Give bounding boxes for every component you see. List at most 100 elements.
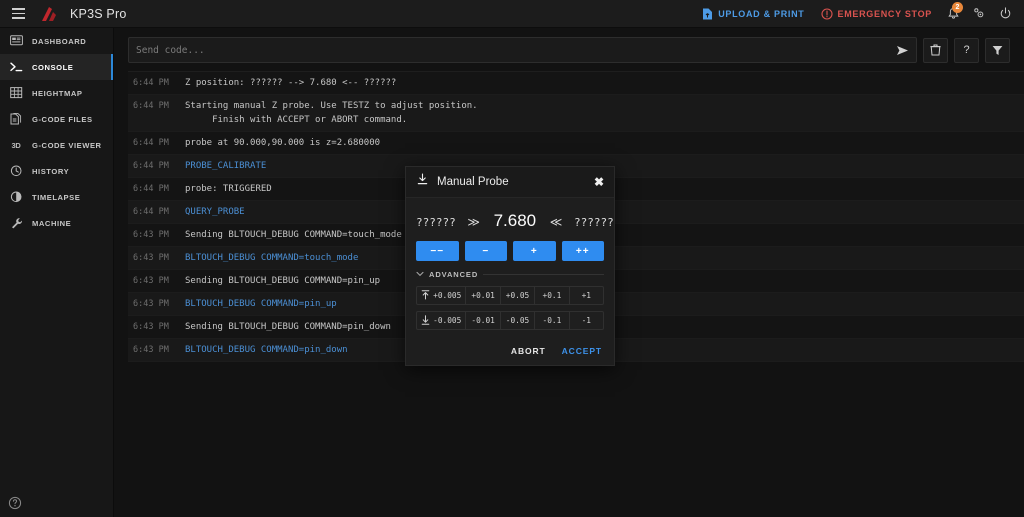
step-down-large-button[interactable]: −− (416, 241, 459, 261)
arrow-up-bar-icon (421, 289, 430, 302)
upload-and-print-button[interactable]: UPLOAD & PRINT (694, 0, 812, 28)
probe-readout: ?????? ≫ 7.680 ≪ ?????? (416, 206, 614, 241)
sidebar-item-gcode-files[interactable]: G-CODE FILES (0, 106, 113, 132)
dialog-header: Manual Probe ✖ (406, 167, 614, 198)
step-up-button[interactable]: + (513, 241, 556, 261)
readout-left: ?????? (416, 216, 456, 229)
gear-icon (973, 8, 983, 18)
filter-button[interactable] (985, 37, 1010, 63)
log-timestamp: 6:43 PM (133, 322, 169, 332)
send-icon[interactable] (896, 45, 909, 56)
sidebar-item-gcode-viewer[interactable]: 3D G-CODE VIEWER (0, 132, 113, 158)
upload-and-print-label: UPLOAD & PRINT (718, 8, 805, 19)
sidebar-item-label: TIMELAPSE (32, 192, 81, 202)
3d-icon: 3D (11, 140, 21, 150)
abort-button[interactable]: ABORT (511, 346, 546, 356)
step-down-button[interactable]: − (464, 241, 507, 261)
dialog-actions: ABORT ACCEPT (406, 342, 614, 365)
emergency-stop-label: EMERGENCY STOP (837, 8, 932, 19)
notifications-button[interactable]: 2 (940, 0, 966, 28)
adjust-up-4-button[interactable]: +1 (570, 287, 603, 304)
console-log-row: 6:44 PM Z position: ?????? --> 7.680 <-- … (128, 72, 1024, 95)
dialog-title: Manual Probe (437, 176, 509, 188)
log-timestamp: 6:44 PM (133, 184, 169, 194)
log-timestamp: 6:44 PM (133, 138, 169, 148)
adjust-up-0-button[interactable]: +0.005 (417, 287, 467, 304)
sidebar-item-dashboard[interactable]: DASHBOARD (0, 28, 113, 54)
log-message: Z position: ?????? --> 7.680 <-- ?????? (185, 78, 397, 88)
log-message: QUERY_PROBE (185, 207, 245, 217)
log-timestamp: 6:44 PM (133, 207, 169, 217)
wrench-icon (9, 216, 23, 230)
arrow-down-bar-icon (421, 314, 430, 327)
sidebar-item-label: CONSOLE (32, 62, 74, 72)
readout-right: ?????? (573, 216, 614, 229)
log-message: BLTOUCH_DEBUG COMMAND=pin_up (185, 299, 337, 309)
log-timestamp: 6:43 PM (133, 345, 169, 355)
console-help-button[interactable]: ? (954, 37, 979, 63)
dashboard-icon (9, 34, 23, 48)
adjust-down-4-button[interactable]: -1 (570, 312, 603, 329)
terminal-icon (9, 60, 23, 74)
log-message: probe at 90.000,90.000 is z=2.680000 (185, 138, 381, 148)
file-upload-icon (703, 8, 713, 19)
log-message: Sending BLTOUCH_DEBUG COMMAND=pin_up (185, 276, 381, 286)
adjust-up-2-button[interactable]: +0.05 (501, 287, 536, 304)
sidebar-item-heightmap[interactable]: HEIGHTMAP (0, 80, 113, 106)
adjust-up-1-button[interactable]: +0.01 (466, 287, 501, 304)
clear-console-button[interactable] (923, 37, 948, 63)
log-timestamp: 6:43 PM (133, 253, 169, 263)
readout-value: 7.680 (493, 211, 537, 230)
manual-probe-dialog: Manual Probe ✖ ?????? ≫ 7.680 ≪ ?????? −… (405, 166, 615, 366)
adjust-down-0-button[interactable]: -0.005 (417, 312, 467, 329)
emergency-stop-button[interactable]: EMERGENCY STOP (813, 0, 941, 28)
help-circle-icon[interactable] (7, 495, 23, 511)
sidebar: DASHBOARD CONSOLE HEIGHTMAP G-CODE FILES… (0, 28, 114, 517)
sidebar-item-label: HEIGHTMAP (32, 88, 83, 98)
sidebar-item-timelapse[interactable]: TIMELAPSE (0, 184, 113, 210)
top-header: KP3S Pro UPLOAD & PRINT EMERGENCY STOP 2 (0, 0, 1024, 28)
chevron-down-icon (416, 270, 424, 279)
adjust-up-0-label: +0.005 (433, 291, 462, 300)
console-log-row: 6:44 PM Starting manual Z probe. Use TEST… (128, 95, 1024, 132)
code-input[interactable] (136, 44, 896, 56)
sidebar-item-label: MACHINE (32, 218, 72, 228)
sidebar-item-label: DASHBOARD (32, 36, 87, 46)
log-message: Sending BLTOUCH_DEBUG COMMAND=pin_down (185, 322, 391, 332)
advanced-label: ADVANCED (429, 270, 479, 279)
step-up-large-button[interactable]: ++ (561, 241, 604, 261)
advanced-divider (483, 274, 604, 275)
accept-button[interactable]: ACCEPT (562, 346, 602, 356)
sidebar-item-label: HISTORY (32, 166, 70, 176)
log-message: probe: TRIGGERED (185, 184, 272, 194)
app-root: KP3S Pro UPLOAD & PRINT EMERGENCY STOP 2… (0, 0, 1024, 517)
log-timestamp: 6:44 PM (133, 78, 169, 88)
brand-title: KP3S Pro (70, 6, 127, 21)
adjust-down-2-button[interactable]: -0.05 (501, 312, 536, 329)
console-input-bar: ? (128, 37, 1010, 63)
adjust-up-3-button[interactable]: +0.1 (535, 287, 570, 304)
log-message: PROBE_CALIBRATE (185, 161, 267, 171)
grid-icon (9, 86, 23, 100)
advanced-section-toggle[interactable]: ADVANCED (416, 270, 604, 279)
trash-icon (930, 44, 941, 56)
adjust-up-row: +0.005 +0.01 +0.05 +0.1 +1 (416, 286, 604, 305)
log-message: BLTOUCH_DEBUG COMMAND=touch_mode (185, 253, 359, 263)
settings-button[interactable] (966, 0, 992, 28)
log-timestamp: 6:44 PM (133, 101, 169, 111)
sidebar-item-console[interactable]: CONSOLE (0, 54, 113, 80)
code-input-wrapper[interactable] (128, 37, 917, 63)
power-button[interactable] (992, 0, 1018, 28)
brand-logo-icon (40, 6, 60, 22)
log-message: Starting manual Z probe. Use TESTZ to ad… (185, 101, 478, 125)
adjust-down-1-button[interactable]: -0.01 (466, 312, 501, 329)
file-code-icon (9, 112, 23, 126)
sidebar-item-history[interactable]: HISTORY (0, 158, 113, 184)
adjust-down-3-button[interactable]: -0.1 (535, 312, 570, 329)
alert-circle-icon (820, 7, 833, 20)
probe-down-icon (416, 173, 429, 191)
close-icon[interactable]: ✖ (594, 175, 604, 189)
hamburger-icon[interactable] (4, 0, 32, 28)
dialog-body: ?????? ≫ 7.680 ≪ ?????? −− − + ++ ADVANC… (406, 198, 614, 342)
sidebar-item-machine[interactable]: MACHINE (0, 210, 113, 236)
